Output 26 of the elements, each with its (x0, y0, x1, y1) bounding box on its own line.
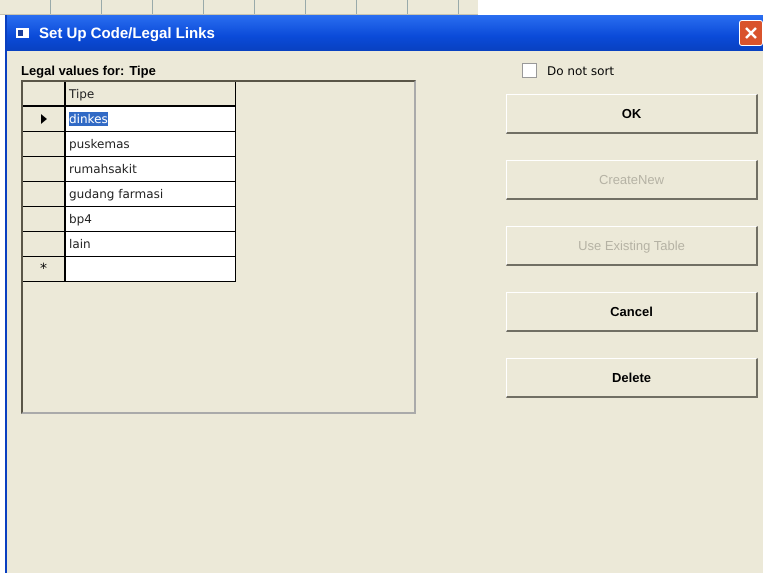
table-cell[interactable]: bp4 (66, 207, 236, 232)
dialog-button[interactable]: Delete (506, 358, 758, 398)
cell-text: rumahsakit (69, 162, 137, 176)
table-cell[interactable]: puskemas (66, 132, 236, 157)
window-title: Set Up Code/Legal Links (39, 24, 216, 42)
cell-text: dinkes (69, 112, 108, 126)
field-name: Tipe (129, 63, 156, 78)
new-row-marker: * (40, 261, 47, 277)
close-icon (744, 26, 758, 40)
cell-text: bp4 (69, 212, 92, 226)
table-cell[interactable] (66, 257, 236, 282)
checkbox[interactable] (522, 63, 537, 78)
cell-text: puskemas (69, 137, 130, 151)
column-header[interactable]: Tipe (66, 82, 236, 107)
table-cell[interactable]: rumahsakit (66, 157, 236, 182)
table-cell[interactable]: dinkes (66, 107, 236, 132)
app-icon (15, 26, 31, 40)
dialog-button[interactable]: OK (506, 94, 758, 134)
checkbox-label[interactable]: Do not sort (547, 64, 614, 78)
table-cell[interactable]: gudang farmasi (66, 182, 236, 207)
table-cell[interactable]: lain (66, 232, 236, 257)
cell-text: gudang farmasi (69, 187, 164, 201)
close-button[interactable] (739, 20, 763, 46)
dialog-button[interactable]: Cancel (506, 292, 758, 332)
legal-values-label: Legal values for: (21, 63, 124, 78)
cell-text: lain (69, 237, 91, 251)
